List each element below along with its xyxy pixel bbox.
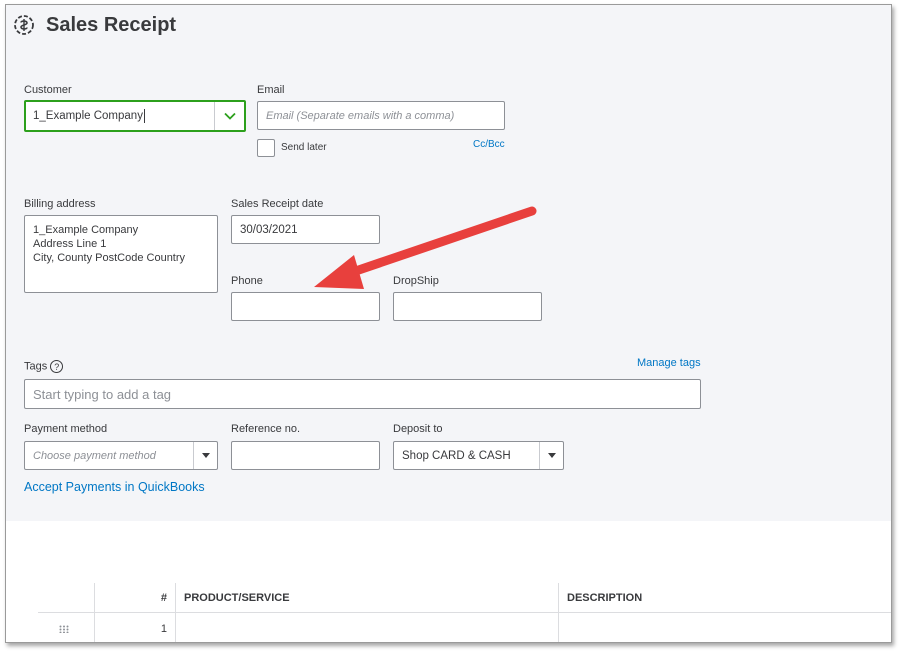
receipt-date-value: 30/03/2021 xyxy=(240,223,298,236)
tags-placeholder: Start typing to add a tag xyxy=(33,386,172,402)
annotation-arrow-icon xyxy=(314,206,537,289)
deposit-to-value: Shop CARD & CASH xyxy=(402,449,511,462)
customer-dropdown-toggle[interactable] xyxy=(214,102,244,130)
email-label: Email xyxy=(257,84,285,96)
payment-method-placeholder: Choose payment method xyxy=(33,449,156,462)
sales-receipt-icon xyxy=(14,15,34,35)
payment-method-dropdown-toggle[interactable] xyxy=(193,442,217,469)
customer-label: Customer xyxy=(24,84,72,96)
customer-value[interactable]: 1_Example Company xyxy=(26,102,214,130)
billing-line: Address Line 1 xyxy=(33,238,107,250)
customer-value-text: 1_Example Company xyxy=(33,110,143,122)
reference-label: Reference no. xyxy=(231,423,301,435)
cc-bcc-link[interactable]: Cc/Bcc xyxy=(473,139,505,150)
email-field[interactable]: Email (Separate emails with a comma) xyxy=(257,101,505,130)
page-title: Sales Receipt xyxy=(46,14,177,36)
send-later-checkbox[interactable] xyxy=(257,139,275,157)
phone-label: Phone xyxy=(231,275,263,287)
row-number: 1 xyxy=(94,613,175,642)
tags-label: Tags xyxy=(24,360,48,373)
help-icon[interactable]: ? xyxy=(50,360,64,373)
caret-down-icon xyxy=(201,453,210,458)
caret-down-icon xyxy=(547,453,556,458)
payment-method-label: Payment method xyxy=(24,423,108,435)
drag-handle-icon[interactable] xyxy=(59,625,69,633)
table-row[interactable]: 1 xyxy=(38,613,891,642)
billing-line: 1_Example Company xyxy=(33,224,139,236)
payment-method-select[interactable]: Choose payment method xyxy=(24,441,218,470)
chevron-down-icon xyxy=(223,112,236,120)
deposit-to-select[interactable]: Shop CARD & CASH xyxy=(393,441,564,470)
drag-column-header xyxy=(38,583,94,612)
product-service-cell[interactable] xyxy=(175,613,558,642)
tags-label-row: Tags? xyxy=(24,360,64,373)
drag-handle-cell[interactable] xyxy=(38,613,94,642)
screenshot-frame: Sales Receipt Customer 1_Example Company… xyxy=(5,4,892,643)
text-cursor xyxy=(143,109,145,123)
column-header-description[interactable]: DESCRIPTION xyxy=(558,583,891,612)
description-cell[interactable] xyxy=(558,613,891,642)
billing-address-field[interactable]: 1_Example Company Address Line 1 City, C… xyxy=(24,215,218,293)
accept-payments-link[interactable]: Accept Payments in QuickBooks xyxy=(24,480,205,494)
billing-line: City, County PostCode Country xyxy=(33,252,186,264)
column-header-number: # xyxy=(94,583,175,612)
line-items-table-header: # PRODUCT/SERVICE DESCRIPTION xyxy=(38,583,891,613)
deposit-to-label: Deposit to xyxy=(393,423,443,435)
deposit-to-dropdown-toggle[interactable] xyxy=(539,442,563,469)
send-later-label: Send later xyxy=(281,142,327,153)
column-header-product-service[interactable]: PRODUCT/SERVICE xyxy=(175,583,558,612)
email-placeholder: Email (Separate emails with a comma) xyxy=(266,109,455,122)
customer-select[interactable]: 1_Example Company xyxy=(24,100,246,132)
tags-input[interactable]: Start typing to add a tag xyxy=(24,379,701,409)
manage-tags-link[interactable]: Manage tags xyxy=(637,357,701,369)
reference-field[interactable] xyxy=(231,441,380,470)
billing-address-label: Billing address xyxy=(24,198,96,210)
